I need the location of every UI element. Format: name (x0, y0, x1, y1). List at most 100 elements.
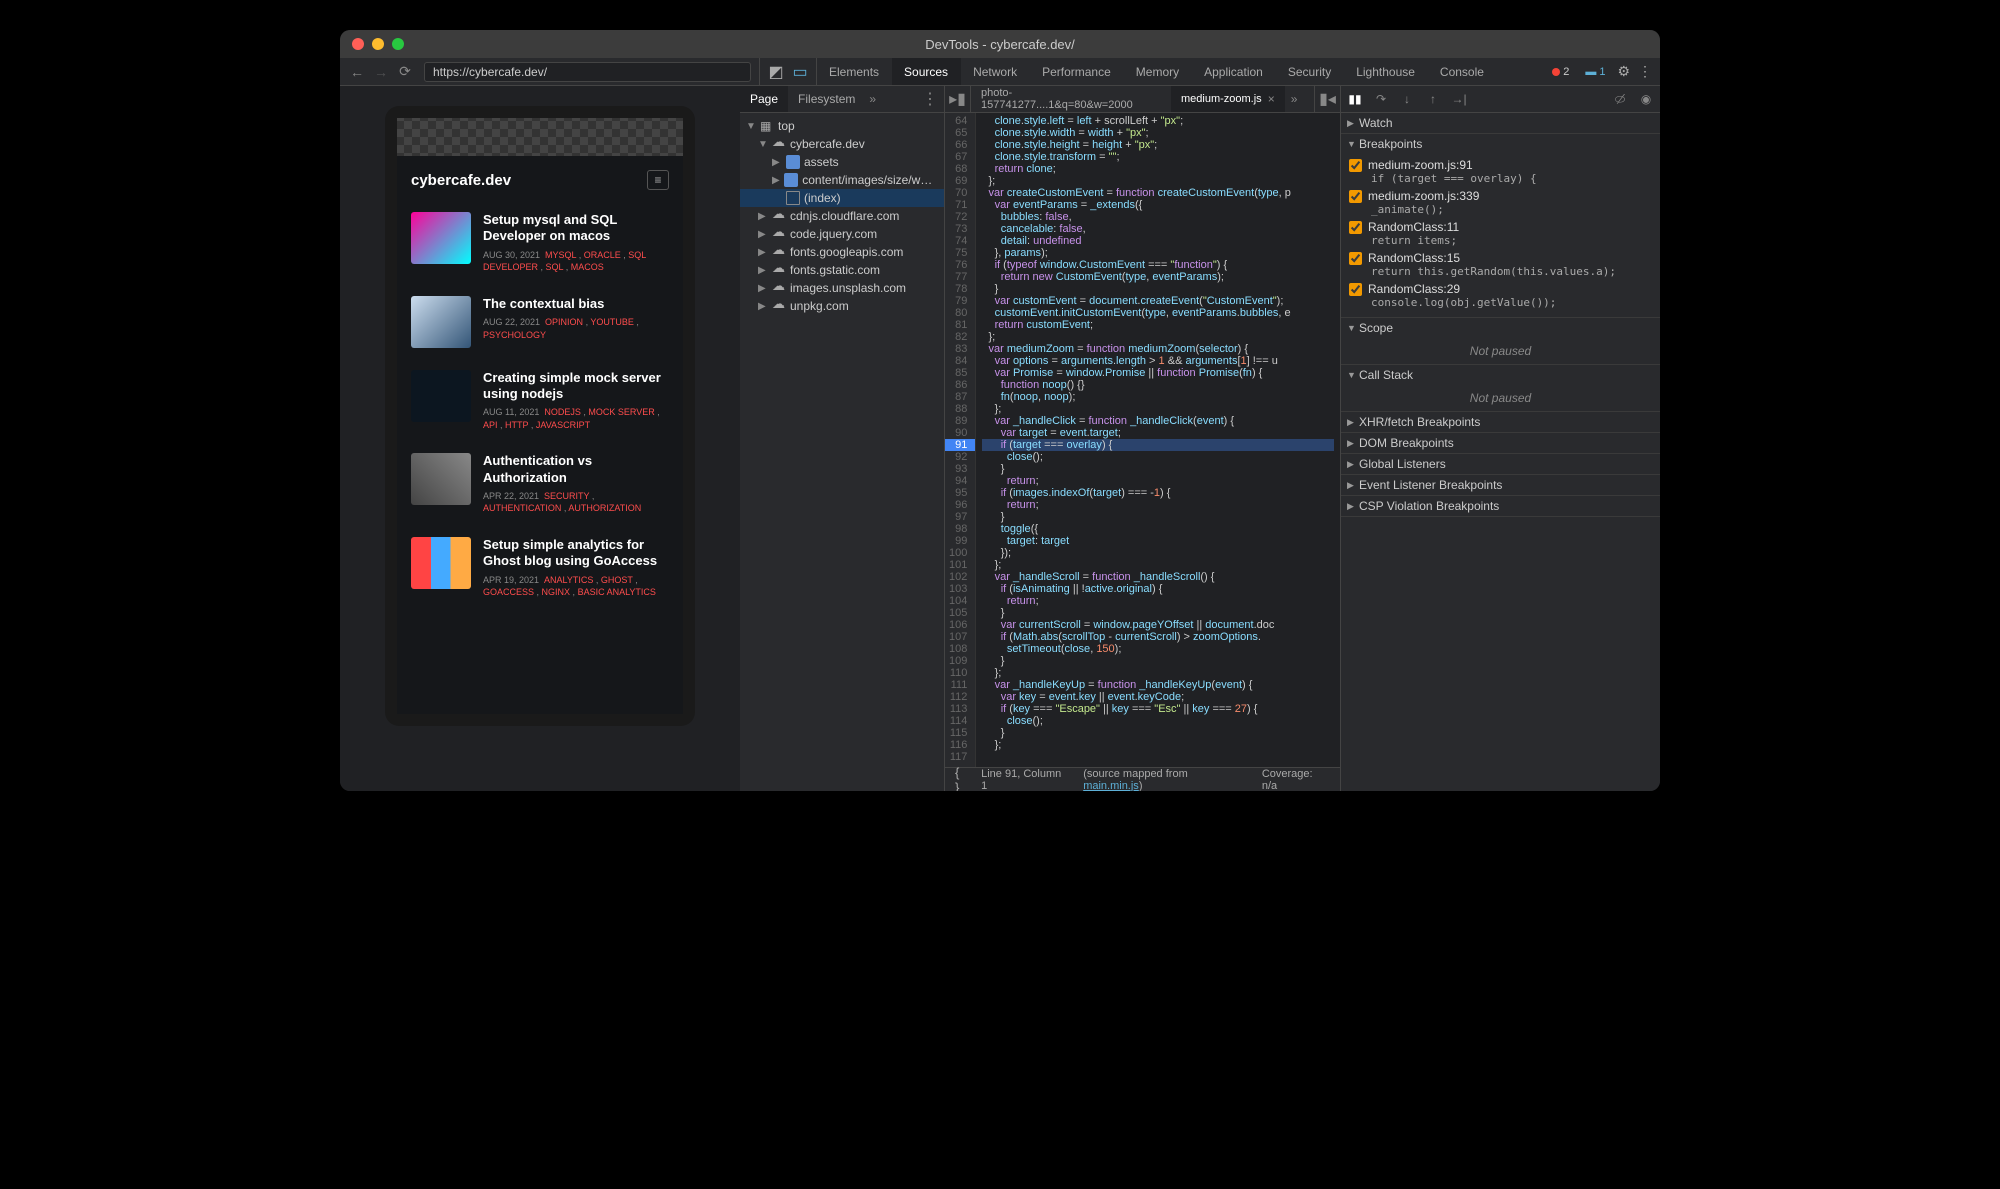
post-title: Setup simple analytics for Ghost blog us… (483, 537, 669, 570)
settings-icon[interactable]: ⚙ (1617, 63, 1630, 80)
devtools-window: DevTools - cybercafe.dev/ ← → ⟳ ◩ ▭ Elem… (340, 30, 1660, 791)
devtools-tabs: ElementsSourcesNetworkPerformanceMemoryA… (817, 58, 1497, 85)
breakpoint-checkbox[interactable] (1349, 159, 1362, 172)
more-editor-tabs-icon[interactable]: » (1285, 86, 1304, 112)
tree-top[interactable]: ▼top (740, 117, 944, 135)
more-tabs-icon[interactable]: » (869, 86, 876, 112)
devtools-tab-network[interactable]: Network (961, 58, 1030, 85)
event-listener-breakpoints-section[interactable]: ▶Event Listener Breakpoints (1341, 475, 1660, 495)
breakpoint-checkbox[interactable] (1349, 190, 1362, 203)
hero-image-placeholder (397, 118, 683, 156)
editor-tab[interactable]: photo-157741277....1&q=80&w=2000 (971, 86, 1171, 112)
editor-tab[interactable]: medium-zoom.js× (1171, 86, 1285, 112)
post-thumbnail (411, 537, 471, 589)
step-into-button[interactable]: ↓ (1399, 91, 1415, 107)
devtools-tab-console[interactable]: Console (1428, 58, 1497, 85)
post-meta: AUG 11, 2021 NODEJS , MOCK SERVER , API … (483, 406, 669, 431)
filesystem-tab[interactable]: Filesystem (788, 86, 865, 112)
post-meta: APR 22, 2021 SECURITY , AUTHENTICATION ,… (483, 490, 669, 515)
pause-button[interactable]: ▮▮ (1347, 91, 1363, 107)
tree-cloud-item[interactable]: ▶code.jquery.com (740, 225, 944, 243)
site-title[interactable]: cybercafe.dev (411, 172, 511, 189)
url-input[interactable] (424, 62, 751, 82)
hamburger-menu-icon[interactable]: ≡ (647, 170, 669, 190)
error-badge[interactable]: 2 (1548, 65, 1573, 79)
post-item[interactable]: The contextual biasAUG 22, 2021 OPINION … (397, 288, 683, 362)
forward-button[interactable]: → (372, 63, 390, 81)
csp-breakpoints-section[interactable]: ▶CSP Violation Breakpoints (1341, 496, 1660, 516)
breakpoint-item[interactable]: RandomClass:29console.log(obj.getValue()… (1345, 280, 1656, 311)
devtools-tab-security[interactable]: Security (1276, 58, 1344, 85)
devtools-tab-sources[interactable]: Sources (892, 58, 961, 85)
source-map-info: (source mapped from main.min.js) (1083, 768, 1248, 792)
devtools-tab-elements[interactable]: Elements (817, 58, 892, 85)
step-button[interactable]: →| (1451, 91, 1467, 107)
preview-frame: cybercafe.dev ≡ Setup mysql and SQL Deve… (385, 106, 695, 726)
editor-status-bar: { } Line 91, Column 1 (source mapped fro… (945, 767, 1340, 791)
post-title: Creating simple mock server using nodejs (483, 370, 669, 403)
window-title: DevTools - cybercafe.dev/ (925, 37, 1075, 52)
device-toolbar-icon[interactable]: ▭ (792, 64, 808, 80)
device-preview: cybercafe.dev ≡ Setup mysql and SQL Deve… (340, 86, 740, 791)
tree-cloud-item[interactable]: ▶images.unsplash.com (740, 279, 944, 297)
devtools-tab-application[interactable]: Application (1192, 58, 1276, 85)
breakpoints-section[interactable]: ▼Breakpoints (1341, 134, 1660, 154)
step-over-button[interactable]: ↷ (1373, 91, 1389, 107)
preview-nav: ← → ⟳ (340, 58, 760, 85)
more-menu-icon[interactable]: ⋮ (1638, 63, 1652, 80)
post-item[interactable]: Setup simple analytics for Ghost blog us… (397, 529, 683, 613)
back-button[interactable]: ← (348, 63, 366, 81)
post-item[interactable]: Setup mysql and SQL Developer on macosAU… (397, 204, 683, 288)
source-map-link[interactable]: main.min.js (1083, 780, 1139, 792)
info-badge[interactable]: ▬ 1 (1581, 65, 1609, 79)
tree-domain[interactable]: ▼cybercafe.dev (740, 135, 944, 153)
dom-breakpoints-section[interactable]: ▶DOM Breakpoints (1341, 433, 1660, 453)
scope-section[interactable]: ▼Scope (1341, 318, 1660, 338)
breakpoint-checkbox[interactable] (1349, 283, 1362, 296)
breakpoint-checkbox[interactable] (1349, 252, 1362, 265)
breakpoint-item[interactable]: RandomClass:11return items; (1345, 218, 1656, 249)
minimize-window-button[interactable] (372, 38, 384, 50)
reload-button[interactable]: ⟳ (396, 63, 414, 81)
tree-cloud-item[interactable]: ▶unpkg.com (740, 297, 944, 315)
tree-cloud-item[interactable]: ▶fonts.googleapis.com (740, 243, 944, 261)
post-thumbnail (411, 370, 471, 422)
tree-cloud-item[interactable]: ▶cdnjs.cloudflare.com (740, 207, 944, 225)
maximize-window-button[interactable] (392, 38, 404, 50)
post-item[interactable]: Authentication vs AuthorizationAPR 22, 2… (397, 445, 683, 529)
inspect-icon[interactable]: ◩ (768, 64, 784, 80)
devtools-tab-memory[interactable]: Memory (1124, 58, 1192, 85)
line-gutter[interactable]: 6465666768697071727374757677787980818283… (945, 113, 976, 767)
close-window-button[interactable] (352, 38, 364, 50)
breakpoint-item[interactable]: RandomClass:15return this.getRandom(this… (1345, 249, 1656, 280)
navigator-panel: Page Filesystem » ⋮ ▼top ▼cybercafe.dev … (740, 86, 945, 791)
tree-cloud-item[interactable]: ▶fonts.gstatic.com (740, 261, 944, 279)
post-item[interactable]: Creating simple mock server using nodejs… (397, 362, 683, 446)
breakpoint-item[interactable]: medium-zoom.js:91if (target === overlay)… (1345, 156, 1656, 187)
breakpoint-item[interactable]: medium-zoom.js:339_animate(); (1345, 187, 1656, 218)
code-content[interactable]: clone.style.left = left + scrollLeft + "… (976, 113, 1340, 767)
global-listeners-section[interactable]: ▶Global Listeners (1341, 454, 1660, 474)
close-tab-icon[interactable]: × (1268, 92, 1275, 106)
pretty-print-icon[interactable]: { } (955, 765, 967, 792)
post-title: The contextual bias (483, 296, 669, 312)
page-tab[interactable]: Page (740, 86, 788, 112)
tree-index[interactable]: (index) (740, 189, 944, 207)
devtools-tab-performance[interactable]: Performance (1030, 58, 1124, 85)
tree-content[interactable]: ▶content/images/size/w450h450 (740, 171, 944, 189)
callstack-section[interactable]: ▼Call Stack (1341, 365, 1660, 385)
toggle-debugger-icon[interactable]: ▮◂ (1314, 86, 1340, 112)
pause-on-exceptions-button[interactable]: ◉ (1638, 91, 1654, 107)
scope-empty: Not paused (1341, 338, 1660, 364)
navigator-menu-icon[interactable]: ⋮ (916, 86, 944, 112)
step-out-button[interactable]: ↑ (1425, 91, 1441, 107)
xhr-breakpoints-section[interactable]: ▶XHR/fetch Breakpoints (1341, 412, 1660, 432)
watch-section[interactable]: ▶Watch (1341, 113, 1660, 133)
devtools-tab-lighthouse[interactable]: Lighthouse (1344, 58, 1428, 85)
breakpoint-checkbox[interactable] (1349, 221, 1362, 234)
post-title: Setup mysql and SQL Developer on macos (483, 212, 669, 245)
toggle-navigator-icon[interactable]: ▸▮ (945, 86, 971, 112)
deactivate-breakpoints-button[interactable]: ⬭̸ (1612, 91, 1628, 107)
callstack-empty: Not paused (1341, 385, 1660, 411)
tree-assets[interactable]: ▶assets (740, 153, 944, 171)
